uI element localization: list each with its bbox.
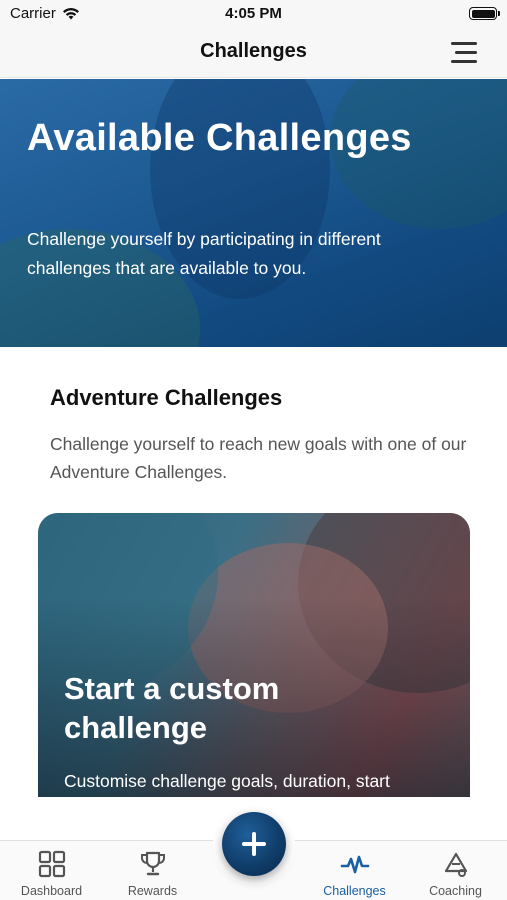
tab-label-challenges: Challenges	[323, 884, 386, 898]
coaching-icon	[444, 852, 467, 877]
trophy-icon	[140, 851, 165, 876]
plus-icon-vertical	[252, 832, 256, 856]
hero-description: Challenge yourself by participating in d…	[27, 229, 381, 278]
hamburger-menu-icon-line	[451, 60, 477, 63]
grid-icon	[38, 850, 65, 878]
tab-label-rewards: Rewards	[127, 884, 178, 898]
tab-coaching[interactable]: Coaching	[405, 841, 506, 900]
page-title: Challenges	[200, 40, 307, 62]
status-time: 4:05 PM	[225, 5, 282, 22]
status-bar: Carrier 4:05 PM	[0, 0, 507, 28]
tab-rewards[interactable]: Rewards	[102, 841, 203, 900]
battery-icon	[469, 7, 500, 20]
hamburger-menu-icon	[451, 42, 477, 45]
menu-button[interactable]	[451, 41, 477, 63]
battery-fill	[471, 9, 495, 18]
custom-challenge-card[interactable]: Start a custom challenge Customise chall…	[38, 513, 470, 797]
card-title: Start a custom challenge	[64, 671, 280, 745]
hero-banner: Available Challenges Challenge yourself …	[0, 79, 507, 347]
add-challenge-button[interactable]	[222, 812, 286, 876]
tab-label-coaching: Coaching	[429, 884, 482, 898]
hero-title: Available Challenges	[27, 117, 412, 159]
hamburger-menu-icon-line	[455, 51, 477, 54]
section-description: Challenge yourself to reach new goals wi…	[50, 434, 467, 482]
navigation-bar: Challenges	[0, 28, 507, 78]
tab-label-dashboard: Dashboard	[20, 884, 83, 898]
tab-challenges[interactable]: Challenges	[304, 841, 405, 900]
tab-dashboard[interactable]: Dashboard	[1, 841, 102, 900]
section-title: Adventure Challenges	[50, 385, 283, 410]
card-description: Customise challenge goals, duration, sta…	[64, 771, 390, 791]
fab-container	[213, 803, 295, 885]
activity-pulse-icon	[340, 855, 369, 874]
